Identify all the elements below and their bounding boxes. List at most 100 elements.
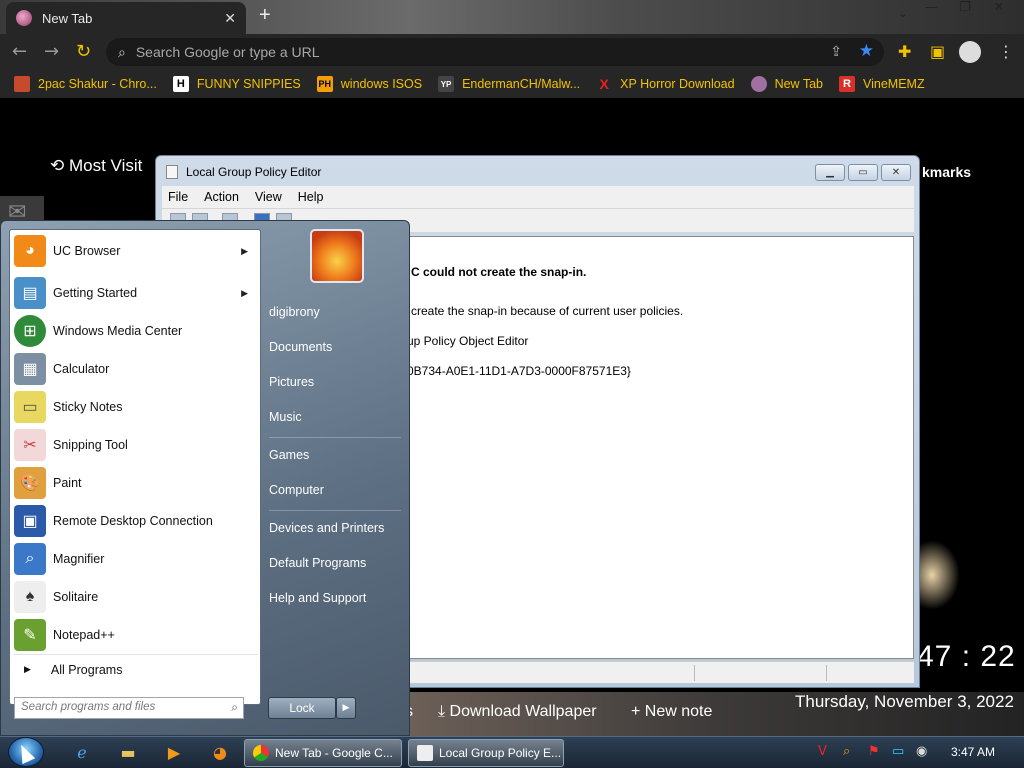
tab-favicon-icon	[16, 10, 32, 26]
tab-new-tab[interactable]: New Tab ✕	[6, 2, 246, 34]
uc-browser-taskbar-icon[interactable]: ◕	[206, 740, 234, 764]
bookmark-item[interactable]: R VineMEMZ	[839, 76, 925, 92]
error-title: C could not create the snap-in.	[411, 265, 587, 279]
start-item-games[interactable]: Games	[269, 448, 309, 462]
bookmark-label: XP Horror Download	[620, 77, 735, 91]
menu-view[interactable]: View	[249, 190, 288, 204]
omnibox[interactable]: ⌕ Search Google or type a URL ⇪ ★	[106, 38, 884, 66]
program-item-uc-browser[interactable]: ◕ UC Browser ▶	[14, 234, 258, 268]
bookmark-item[interactable]: New Tab	[750, 76, 823, 92]
window-titlebar[interactable]: Local Group Policy Editor	[166, 165, 321, 179]
program-item-notepad-plus[interactable]: ✎ Notepad++	[14, 618, 258, 652]
tray-flag-icon[interactable]: ⚑	[868, 744, 880, 759]
bookmark-star-icon[interactable]: ★	[859, 41, 874, 61]
program-item-solitaire[interactable]: ♠ Solitaire	[14, 580, 258, 614]
forward-arrow-icon[interactable]: →	[44, 41, 59, 62]
menu-action[interactable]: Action	[198, 190, 245, 204]
most-visited-heading[interactable]: ⟲ Most Visit	[50, 156, 142, 176]
chrome-menu-icon[interactable]: ⋮	[998, 42, 1014, 61]
restore-icon[interactable]: ❐	[954, 0, 976, 15]
bookmarks-heading[interactable]: kmarks	[922, 164, 971, 180]
bookmark-label: VineMEMZ	[863, 77, 925, 91]
file-explorer-icon[interactable]: ▬	[114, 740, 142, 764]
start-item-default-programs[interactable]: Default Programs	[269, 556, 366, 570]
search-icon: ⌕	[231, 700, 238, 714]
start-item-documents[interactable]: Documents	[269, 340, 332, 354]
bookmark-favicon-icon: R	[839, 76, 855, 92]
start-item-pictures[interactable]: Pictures	[269, 375, 314, 389]
shutdown-options-arrow-icon[interactable]: ▶	[336, 697, 356, 719]
error-line-3: {0B734-A0E1-11D1-A7D3-0000F87571E3}	[403, 364, 631, 378]
program-label: Notepad++	[53, 628, 115, 642]
tray-v-icon[interactable]: V	[818, 744, 827, 759]
minimize-button[interactable]: ▁	[815, 164, 845, 181]
screen: New Tab ✕ + ⌄ — ❐ ✕ ← → ↻ ⌕ Search Googl…	[0, 0, 1024, 768]
taskbar-gpedit-button[interactable]: Local Group Policy E...	[408, 739, 564, 767]
program-item-magnifier[interactable]: ⌕ Magnifier	[14, 542, 258, 576]
program-label: Paint	[53, 476, 82, 490]
program-label: Solitaire	[53, 590, 99, 604]
solitaire-icon: ♠	[14, 581, 46, 613]
start-separator	[269, 510, 401, 511]
bookmark-favicon-icon: X	[599, 76, 609, 92]
new-tab-button[interactable]: +	[259, 4, 271, 27]
program-item-sticky-notes[interactable]: ▭ Sticky Notes	[14, 390, 258, 424]
side-panel-icon[interactable]: ▣	[930, 42, 945, 61]
clock-display: 47 : 22	[917, 640, 1016, 673]
bookmark-item[interactable]: YP EndermanCH/Malw...	[438, 76, 580, 92]
close-icon[interactable]: ✕	[988, 0, 1010, 15]
bookmark-favicon-icon: YP	[438, 76, 455, 92]
start-item-devices-printers[interactable]: Devices and Printers	[269, 521, 384, 535]
program-item-calculator[interactable]: ▦ Calculator	[14, 352, 258, 386]
maximize-button[interactable]: ▭	[848, 164, 878, 181]
profile-avatar[interactable]	[959, 41, 981, 63]
tab-close-icon[interactable]: ✕	[224, 10, 236, 27]
close-button[interactable]: ✕	[881, 164, 911, 181]
start-item-computer[interactable]: Computer	[269, 483, 324, 497]
bookmark-item[interactable]: H FUNNY SNIPPIES	[172, 76, 301, 92]
menu-file[interactable]: File	[162, 190, 194, 204]
tab-search-chevron-icon[interactable]: ⌄	[898, 6, 908, 20]
program-item-paint[interactable]: 🎨 Paint	[14, 466, 258, 500]
start-item-user[interactable]: digibrony	[269, 305, 320, 319]
share-icon[interactable]: ⇪	[830, 43, 842, 60]
media-player-icon[interactable]: ▶	[160, 740, 188, 764]
tray-search-icon[interactable]: ⌕	[843, 744, 850, 759]
bookmark-item[interactable]: 2pac Shakur - Chro...	[14, 76, 157, 92]
reload-icon[interactable]: ↻	[76, 41, 91, 62]
user-picture[interactable]	[310, 229, 364, 283]
bookmark-item[interactable]: X XP Horror Download	[596, 76, 735, 92]
sticky-notes-icon: ▭	[14, 391, 46, 423]
window-title: Local Group Policy Editor	[186, 165, 322, 179]
minimize-icon[interactable]: —	[920, 0, 942, 15]
tray-volume-icon[interactable]: ◉	[916, 744, 927, 759]
search-programs-input[interactable]: Search programs and files ⌕	[14, 697, 244, 719]
program-item-snipping-tool[interactable]: ✂ Snipping Tool	[14, 428, 258, 462]
start-item-music[interactable]: Music	[269, 410, 302, 424]
lock-button[interactable]: Lock	[268, 697, 336, 719]
search-icon: ⌕	[118, 43, 126, 60]
program-item-getting-started[interactable]: ▤ Getting Started ▶	[14, 276, 258, 310]
back-arrow-icon[interactable]: ←	[12, 41, 27, 62]
menu-help[interactable]: Help	[292, 190, 330, 204]
error-line-2: up Policy Object Editor	[407, 334, 529, 348]
all-programs-button[interactable]: ▶ All Programs	[14, 654, 258, 684]
extensions-puzzle-icon[interactable]: ✚	[898, 42, 911, 61]
program-label: Calculator	[53, 362, 110, 376]
chrome-tabstrip: New Tab ✕ + ⌄ — ❐ ✕	[0, 0, 1024, 34]
taskbar-clock[interactable]: 3:47 AM	[951, 745, 995, 759]
start-separator	[269, 437, 401, 438]
start-menu: ◕ UC Browser ▶ ▤ Getting Started ▶ ⊞ Win…	[0, 220, 410, 736]
internet-explorer-icon[interactable]: ℯ	[68, 740, 96, 764]
bookmark-item[interactable]: PH windows ISOS	[316, 76, 422, 92]
program-label: UC Browser	[53, 244, 121, 258]
start-item-help-support[interactable]: Help and Support	[269, 591, 366, 605]
program-label: Getting Started	[53, 286, 138, 300]
tray-display-icon[interactable]: ▭	[892, 744, 904, 759]
program-item-remote-desktop[interactable]: ▣ Remote Desktop Connection	[14, 504, 258, 538]
download-wallpaper-button[interactable]: ⤓ Download Wallpaper	[438, 703, 597, 721]
new-note-button[interactable]: + New note	[631, 703, 712, 721]
chrome-window-controls: — ❐ ✕	[920, 0, 1010, 15]
taskbar-chrome-button[interactable]: New Tab - Google C...	[244, 739, 402, 767]
program-item-media-center[interactable]: ⊞ Windows Media Center	[14, 314, 258, 348]
